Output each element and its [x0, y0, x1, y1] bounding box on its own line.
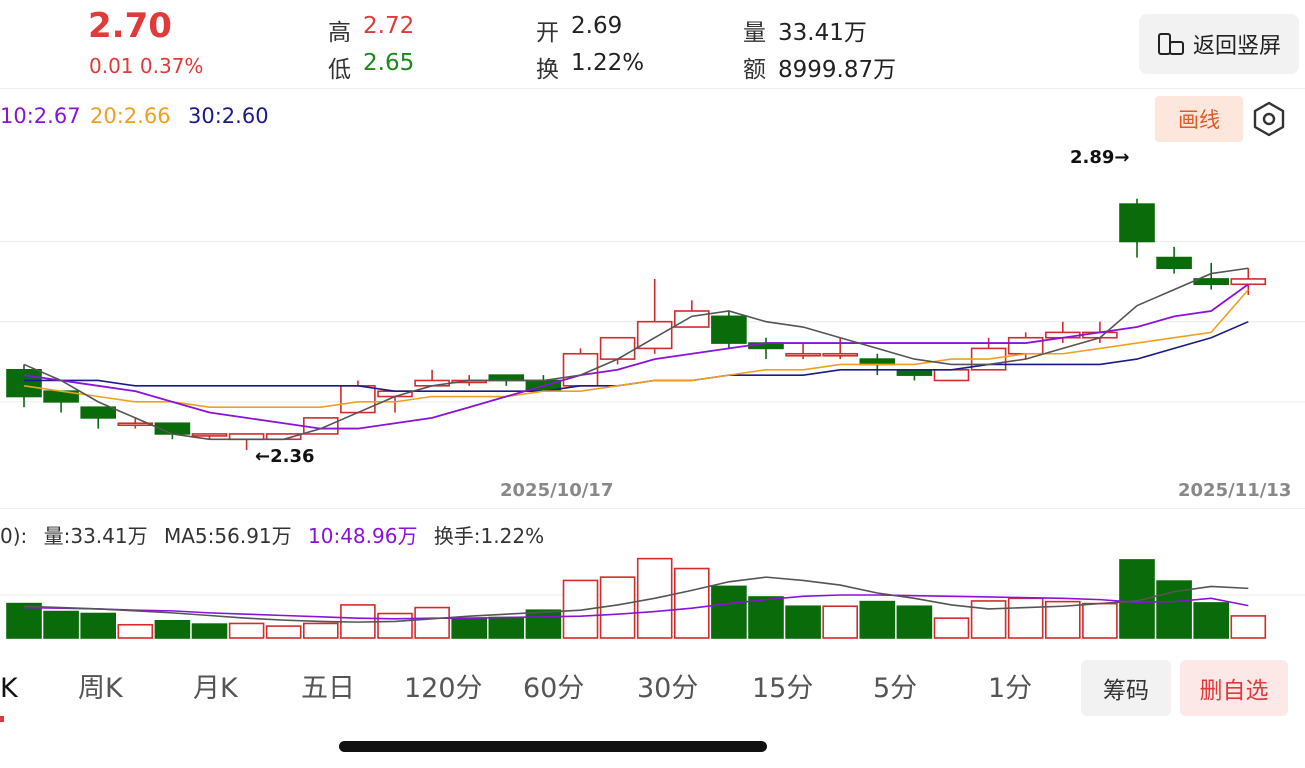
ma30-legend: 30:2.60	[188, 104, 269, 128]
tab-60-min[interactable]: 60分	[523, 660, 584, 718]
active-tab-indicator	[0, 716, 4, 722]
volume-bar	[80, 612, 116, 639]
candle-body	[896, 368, 933, 376]
volume-bar	[785, 605, 821, 639]
volume-bar	[377, 612, 413, 639]
candle-body	[711, 315, 747, 344]
volume-bar	[43, 610, 79, 639]
tab-120-min[interactable]: 120分	[404, 660, 483, 718]
ma20-legend: 20:2.66	[90, 104, 171, 128]
candle-body	[822, 352, 859, 357]
tab-week-k[interactable]: 周K	[78, 660, 123, 718]
chips-button[interactable]: 筹码	[1081, 660, 1171, 716]
settings-hexagon-icon[interactable]	[1250, 100, 1288, 138]
volume-bar	[414, 606, 450, 639]
candle-body	[1230, 278, 1267, 286]
tab-day-k[interactable]: K	[0, 660, 18, 718]
turnover-value: 1.22%	[571, 50, 645, 76]
portrait-mode-label: 返回竖屏	[1192, 34, 1281, 59]
volume-bar	[154, 620, 191, 639]
date-label-end: 2025/11/13	[1178, 480, 1292, 501]
volume-bar	[859, 600, 896, 639]
candle-body	[1007, 336, 1044, 355]
tab-month-k[interactable]: 月K	[193, 660, 238, 718]
amount-value: 8999.87万	[778, 57, 897, 83]
volume-bar	[1119, 559, 1155, 639]
volume-bar	[673, 567, 710, 639]
candle-body	[673, 310, 710, 328]
candlestick-chart[interactable]	[0, 148, 1305, 474]
high-marker: 2.89→	[1070, 147, 1130, 168]
candle-body	[228, 433, 265, 441]
turnover-label: 换	[536, 57, 559, 83]
candle-body	[933, 368, 970, 382]
volume-bar	[970, 600, 1007, 639]
draw-line-button[interactable]: 画线	[1155, 96, 1243, 142]
volume-bar	[1082, 602, 1118, 639]
candle-body	[1156, 256, 1192, 270]
volume-bar	[1193, 602, 1229, 639]
period-tabs: K 周K 月K 五日 120分 60分 30分 15分 5分 1分	[0, 660, 1075, 718]
tab-five-day[interactable]: 五日	[301, 660, 355, 718]
low-label: 低	[328, 57, 351, 83]
volume-bar	[933, 617, 970, 639]
candle-body	[1193, 278, 1229, 286]
date-label-mid: 2025/10/17	[500, 480, 614, 501]
current-price: 2.70	[88, 6, 172, 46]
tab-30-min[interactable]: 30分	[637, 660, 698, 718]
volume-bar	[265, 625, 302, 639]
volume-bar	[748, 596, 784, 639]
volume-bar	[1007, 597, 1044, 639]
volume-bar	[525, 609, 562, 639]
candle-body	[488, 374, 525, 382]
volume-bar	[711, 585, 747, 639]
volume-bar	[599, 576, 636, 639]
volume-bar	[302, 622, 339, 639]
volume-bar	[1230, 615, 1267, 639]
home-indicator	[339, 741, 767, 752]
portrait-mode-button[interactable]: 返回竖屏	[1139, 14, 1299, 74]
volume-bar	[228, 622, 265, 639]
volume-bar	[117, 623, 154, 639]
volume-legend-prefix: 0):	[0, 524, 28, 548]
volume-legend-volume: 量:33.41万	[43, 524, 148, 548]
volume-bar	[822, 605, 859, 639]
tab-5-min[interactable]: 5分	[873, 660, 917, 718]
candle-body	[1119, 203, 1155, 243]
volume-legend: 0): 量:33.41万 MA5:56.91万 10:48.96万 换手:1.2…	[0, 520, 554, 549]
amount-label: 额	[743, 57, 766, 83]
chart-divider	[0, 508, 1305, 509]
volume-bar	[191, 623, 228, 639]
volume-bar	[488, 616, 525, 639]
ma10-legend: 10:2.67	[0, 104, 81, 128]
open-label: 开	[536, 20, 559, 46]
volume-bar	[451, 617, 488, 639]
header-divider	[0, 88, 1305, 89]
volume-legend-turnover: 换手:1.22%	[433, 524, 545, 548]
volume-legend-ma5: MA5:56.91万	[163, 524, 292, 548]
tab-15-min[interactable]: 15分	[752, 660, 813, 718]
candle-body	[859, 358, 896, 366]
remove-watchlist-button[interactable]: 删自选	[1180, 660, 1288, 716]
candle-body	[599, 336, 636, 360]
volume-value: 33.41万	[778, 20, 867, 46]
price-change: 0.01 0.37%	[89, 54, 204, 78]
volume-label: 量	[743, 20, 766, 46]
volume-bar	[6, 602, 42, 639]
high-value: 2.72	[363, 13, 415, 39]
tab-1-min[interactable]: 1分	[988, 660, 1032, 718]
low-value: 2.65	[363, 50, 415, 76]
candle-body	[6, 368, 42, 398]
rotate-device-icon	[1157, 33, 1184, 55]
volume-bar	[896, 605, 933, 639]
open-value: 2.69	[571, 13, 623, 39]
candle-body	[191, 433, 228, 437]
volume-chart[interactable]	[0, 548, 1305, 640]
candle-body	[785, 352, 821, 357]
volume-legend-ma10: 10:48.96万	[308, 524, 418, 548]
candle-body	[340, 385, 376, 414]
candle-body	[80, 406, 116, 419]
low-marker: ←2.36	[255, 446, 315, 467]
high-label: 高	[328, 20, 351, 46]
